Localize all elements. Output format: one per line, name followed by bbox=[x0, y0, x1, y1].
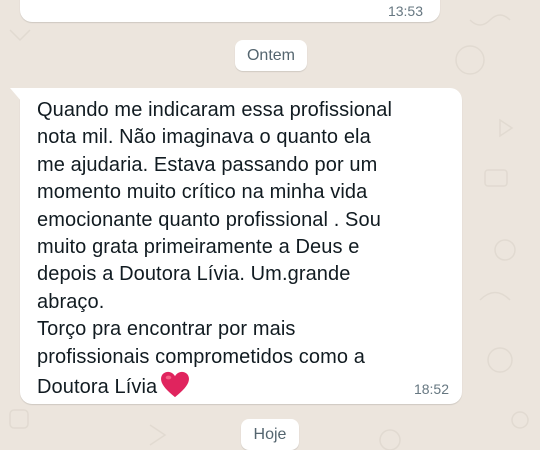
bubble-tail bbox=[10, 88, 22, 102]
heart-icon bbox=[160, 371, 190, 406]
message-line: abraço. bbox=[37, 290, 105, 313]
message-line: muito grata primeiramente a Deus e bbox=[37, 236, 360, 259]
date-separator-yesterday: Ontem bbox=[235, 40, 307, 71]
message-timestamp: 18:52 bbox=[413, 381, 449, 397]
message-line: Torço pra encontrar por mais bbox=[37, 318, 296, 341]
message-line: nota mil. Não imaginava o quanto ela bbox=[37, 126, 371, 149]
message-line: Doutora Lívia bbox=[37, 376, 158, 399]
message-line: depois a Doutora Lívia. Um.grande bbox=[37, 263, 351, 286]
previous-message-bubble[interactable]: 13:53 bbox=[20, 0, 440, 22]
message-line: Quando me indicaram essa profissional bbox=[37, 99, 392, 121]
message-text: Quando me indicaram essa profissional no… bbox=[37, 97, 452, 406]
message-timestamp: 13:53 bbox=[387, 3, 423, 19]
message-line: me ajudaria. Estava passando por um bbox=[37, 153, 378, 176]
message-bubble[interactable]: Quando me indicaram essa profissional no… bbox=[10, 88, 462, 406]
message-line: profissionais comprometidos como a bbox=[37, 345, 365, 368]
message-line: emocionante quanto profissional . Sou bbox=[37, 208, 381, 231]
message-line: momento muito crítico na minha vida bbox=[37, 181, 368, 204]
date-separator-today: Hoje bbox=[241, 419, 299, 450]
